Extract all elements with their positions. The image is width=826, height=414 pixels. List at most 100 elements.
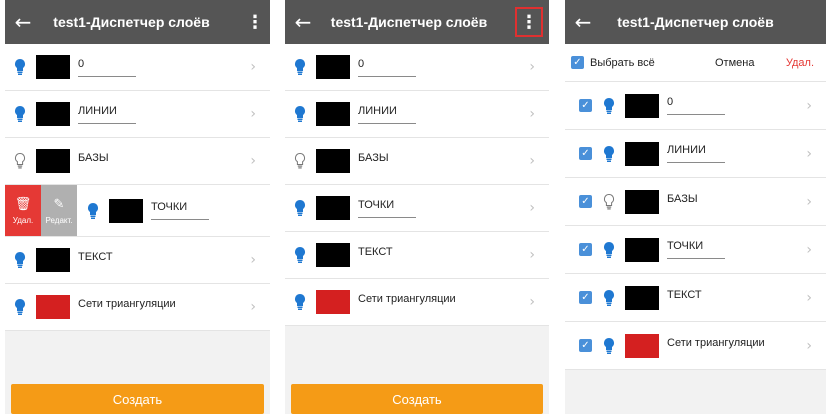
lightbulb-on-icon[interactable] [294,58,306,76]
layer-name: БАЗЫ [78,152,109,164]
page-title: test1-Диспетчер слоёв [53,14,210,30]
back-arrow-icon[interactable]: ← [285,0,321,44]
more-vert-icon[interactable]: ⋮ [240,0,270,44]
chevron-right-icon[interactable]: › [529,247,535,263]
chevron-right-icon[interactable]: › [806,194,812,210]
layer-color-swatch[interactable] [316,243,350,267]
chevron-right-icon[interactable]: › [250,299,256,315]
lightbulb-on-icon[interactable] [14,105,26,123]
layer-row[interactable]: 0 › [285,44,549,91]
chevron-right-icon[interactable]: › [529,200,535,216]
lightbulb-on-icon[interactable] [603,337,615,355]
layer-name: ТОЧКИ [667,240,725,259]
layer-color-swatch[interactable] [36,149,70,173]
swipe-edit-button[interactable]: ✎ Редакт. [41,185,77,236]
more-vert-icon[interactable]: ⋮ [515,7,543,37]
chevron-right-icon[interactable]: › [529,153,535,169]
cancel-button[interactable]: Отмена [715,57,754,69]
lightbulb-on-icon[interactable] [294,199,306,217]
row-checkbox[interactable]: ✓ [579,243,592,256]
lightbulb-on-icon[interactable] [603,145,615,163]
chevron-right-icon[interactable]: › [806,146,812,162]
chevron-right-icon[interactable]: › [806,98,812,114]
layer-row[interactable]: ТЕКСТ › [5,237,270,284]
chevron-right-icon[interactable]: › [806,338,812,354]
layer-row[interactable]: ✓ Сети триангуляции › [565,322,826,370]
row-checkbox[interactable]: ✓ [579,99,592,112]
layer-color-swatch[interactable] [625,285,659,310]
lightbulb-on-icon[interactable] [294,246,306,264]
layer-color-swatch[interactable] [36,248,70,272]
chevron-right-icon[interactable]: › [250,59,256,75]
lightbulb-on-icon[interactable] [603,97,615,115]
layer-color-swatch[interactable] [625,93,659,118]
chevron-right-icon[interactable]: › [529,106,535,122]
trash-icon: 🗑 [14,196,32,212]
lightbulb-off-icon[interactable] [294,152,306,170]
layer-row[interactable]: ТОЧКИ › [285,185,549,232]
layer-row[interactable]: ЛИНИИ › [285,91,549,138]
layer-name: 0 [78,58,136,77]
layer-color-swatch[interactable] [625,237,659,262]
create-button[interactable]: Создать [291,384,543,414]
delete-button[interactable]: Удал. [786,57,814,69]
layer-color-swatch[interactable] [316,149,350,173]
lightbulb-on-icon[interactable] [294,293,306,311]
chevron-right-icon[interactable]: › [806,242,812,258]
layer-color-swatch[interactable] [625,141,659,166]
layer-row[interactable]: ✓ ТЕКСТ › [565,274,826,322]
layer-row[interactable]: БАЗЫ › [5,138,270,185]
layer-name: ТЕКСТ [667,288,702,301]
swipe-delete-button[interactable]: 🗑 Удал. [5,185,41,236]
lightbulb-on-icon[interactable] [14,251,26,269]
layer-color-swatch[interactable] [36,55,70,79]
layer-row[interactable]: ТЕКСТ › [285,232,549,279]
row-checkbox[interactable]: ✓ [579,291,592,304]
layer-color-swatch[interactable] [625,333,659,358]
back-arrow-icon[interactable]: ← [5,0,41,44]
layer-name: Сети триангуляции [358,293,456,305]
lightbulb-on-icon[interactable] [294,105,306,123]
create-button[interactable]: Создать [11,384,264,414]
lightbulb-on-icon[interactable] [603,241,615,259]
lightbulb-off-icon[interactable] [14,152,26,170]
layer-row[interactable]: Сети триангуляции › [5,284,270,331]
layer-row[interactable]: ЛИНИИ › [5,91,270,138]
layer-name: БАЗЫ [667,192,698,205]
layer-row[interactable]: 0 › [5,44,270,91]
layer-name: Сети триангуляции [78,298,176,310]
lightbulb-on-icon[interactable] [603,289,615,307]
layer-color-swatch[interactable] [316,102,350,126]
chevron-right-icon[interactable]: › [250,106,256,122]
layer-row[interactable]: ✓ ЛИНИИ › [565,130,826,178]
layer-color-swatch[interactable] [36,295,70,319]
swipe-edit-label: Редакт. [45,215,73,225]
lightbulb-on-icon[interactable] [14,298,26,316]
layer-color-swatch[interactable] [625,189,659,214]
chevron-right-icon[interactable]: › [250,153,256,169]
layer-color-swatch[interactable] [109,198,143,223]
layer-row-swiped[interactable]: 🗑 Удал. ✎ Редакт. ТОЧКИ [5,185,270,237]
layer-row[interactable]: ✓ БАЗЫ › [565,178,826,226]
layer-row[interactable]: БАЗЫ › [285,138,549,185]
layer-color-swatch[interactable] [36,102,70,126]
chevron-right-icon[interactable]: › [250,252,256,268]
chevron-right-icon[interactable]: › [806,290,812,306]
layer-color-swatch[interactable] [316,196,350,220]
layer-row[interactable]: Сети триангуляции › [285,279,549,326]
select-all-label[interactable]: Выбрать всё [590,57,655,69]
select-all-checkbox[interactable]: ✓ [571,56,584,69]
lightbulb-off-icon[interactable] [603,193,615,211]
lightbulb-on-icon[interactable] [87,202,99,220]
chevron-right-icon[interactable]: › [529,294,535,310]
lightbulb-on-icon[interactable] [14,58,26,76]
chevron-right-icon[interactable]: › [529,59,535,75]
layer-row[interactable]: ✓ ТОЧКИ › [565,226,826,274]
layer-color-swatch[interactable] [316,55,350,79]
layer-row[interactable]: ✓ 0 › [565,82,826,130]
back-arrow-icon[interactable]: ← [565,0,601,44]
layer-color-swatch[interactable] [316,290,350,314]
row-checkbox[interactable]: ✓ [579,195,592,208]
row-checkbox[interactable]: ✓ [579,339,592,352]
row-checkbox[interactable]: ✓ [579,147,592,160]
